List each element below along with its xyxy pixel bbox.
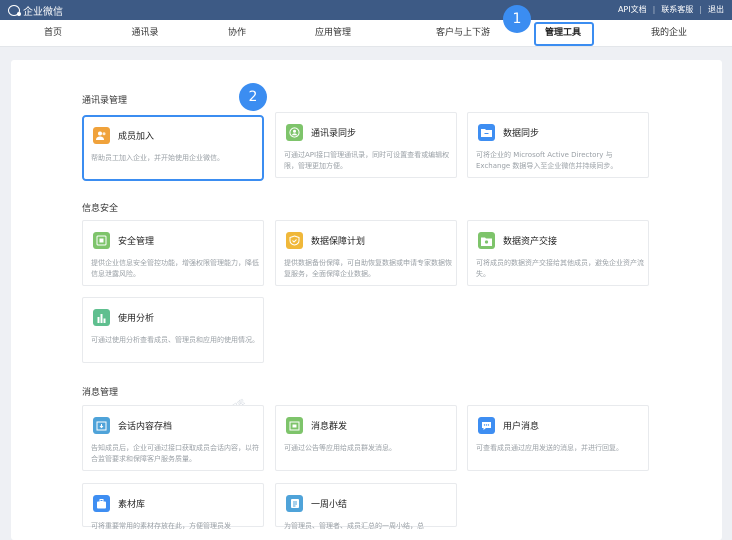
step-badge-1: 1	[503, 5, 531, 33]
wecom-logo-icon	[8, 5, 21, 16]
card-description: 可查看成员通过应用发送的消息，并进行回复。	[476, 444, 623, 452]
divider: |	[699, 5, 702, 14]
card-title: 使用分析	[118, 314, 155, 324]
card-title: 通讯录同步	[311, 129, 357, 139]
card-mass-messaging[interactable]: 消息群发 可通过公告等应用给成员群发消息。	[275, 405, 457, 471]
nav-contacts[interactable]: 通讯录	[131, 20, 158, 46]
card-security-management[interactable]: 安全管理 提供企业信息安全管控功能，增强权限管理能力，降低信息泄露风险。	[82, 220, 264, 286]
card-description: 提供企业信息安全管控功能，增强权限管理能力，降低信息泄露风险。	[91, 259, 259, 278]
nav-my-enterprise[interactable]: 我的企业	[651, 20, 687, 46]
card-description: 可通过公告等应用给成员群发消息。	[284, 444, 396, 452]
card-weekly-summary[interactable]: 一周小结 为管理员、管理者、成员汇总的一周小结，总	[275, 483, 457, 530]
archive-icon	[93, 417, 110, 434]
app-logo[interactable]: 企业微信	[8, 3, 63, 18]
section-title-contacts-management: 通讯录管理	[82, 96, 128, 106]
folder-sync-icon	[478, 124, 495, 141]
nav-home[interactable]: 首页	[44, 20, 62, 46]
divider: |	[652, 5, 656, 14]
card-title: 数据资产交接	[503, 237, 558, 247]
main-nav: 首页 通讯录 协作 应用管理 客户与上下游 管理工具 我的企业	[0, 20, 732, 47]
card-description: 可将成员的数据资产交接给其他成员，避免企业资产流失。	[476, 259, 644, 278]
card-title: 数据同步	[503, 129, 540, 139]
top-links: API文档 | 联系客服 | 退出	[618, 4, 724, 15]
section-title-information-security: 信息安全	[82, 204, 119, 214]
weekly-summary-icon	[286, 495, 303, 512]
user-circle-icon	[286, 124, 303, 141]
card-member-join[interactable]: 成员加入 帮助员工加入企业，并开始使用企业微信。	[82, 115, 264, 181]
card-title: 数据保障计划	[311, 237, 366, 247]
shield-icon	[93, 232, 110, 249]
contact-support-link[interactable]: 联系客服	[661, 4, 693, 15]
logout-link[interactable]: 退出	[708, 4, 724, 15]
handover-icon	[478, 232, 495, 249]
users-icon	[93, 127, 110, 144]
card-data-sync[interactable]: 数据同步 可将企业的 Microsoft Active Directory 与 …	[467, 112, 649, 178]
card-title: 会话内容存档	[118, 422, 173, 432]
card-material-library[interactable]: 素材库 可将重要常用的素材存放在此，方便管理员发	[82, 483, 264, 530]
card-title: 一周小结	[311, 500, 348, 510]
card-description: 帮助员工加入企业，并开始使用企业微信。	[91, 154, 224, 162]
card-title: 安全管理	[118, 237, 155, 247]
api-docs-link[interactable]: API文档	[618, 4, 647, 15]
data-guard-icon	[286, 232, 303, 249]
card-description: 可通过使用分析查看成员、管理员和应用的使用情况。	[91, 336, 259, 344]
nav-customers-partners[interactable]: 客户与上下游	[436, 20, 490, 46]
card-contacts-sync[interactable]: 通讯录同步 可通过API接口管理通讯录，同时可设置查看或编辑权限，管理更加方便。	[275, 112, 457, 178]
broadcast-icon	[286, 417, 303, 434]
card-description: 可通过API接口管理通讯录，同时可设置查看或编辑权限，管理更加方便。	[284, 151, 450, 170]
app-name: 企业微信	[23, 7, 63, 18]
card-data-protection-plan[interactable]: 数据保障计划 提供数据备份保障，可自助恢复数据或申请专家数据恢复服务，全面保障企…	[275, 220, 457, 286]
card-user-messages[interactable]: 用户消息 可查看成员通过应用发送的消息，并进行回复。	[467, 405, 649, 471]
card-description: 告知成员后，企业可通过接口获取成员会话内容，以符合监管要求和保障客户服务质量。	[91, 444, 259, 463]
nav-app-management[interactable]: 应用管理	[315, 20, 351, 46]
card-title: 用户消息	[503, 422, 540, 432]
card-description: 提供数据备份保障，可自助恢复数据或申请专家数据恢复服务，全面保障企业数据。	[284, 259, 452, 278]
card-usage-analytics[interactable]: 使用分析 可通过使用分析查看成员、管理员和应用的使用情况。	[82, 297, 264, 363]
card-data-asset-handover[interactable]: 数据资产交接 可将成员的数据资产交接给其他成员，避免企业资产流失。	[467, 220, 649, 286]
step-badge-2: 2	[239, 83, 267, 111]
bar-chart-icon	[93, 309, 110, 326]
card-description: 可将企业的 Microsoft Active Directory 与 Excha…	[476, 151, 618, 170]
section-title-message-management: 消息管理	[82, 388, 119, 398]
top-bar: 企业微信 API文档 | 联系客服 | 退出	[0, 0, 732, 20]
card-title: 消息群发	[311, 422, 348, 432]
card-title: 成员加入	[118, 132, 155, 142]
nav-highlight-box	[534, 22, 594, 46]
card-title: 素材库	[118, 500, 146, 510]
briefcase-icon	[93, 495, 110, 512]
chat-bubble-icon	[478, 417, 495, 434]
nav-collaboration[interactable]: 协作	[228, 20, 246, 46]
card-chat-archive[interactable]: 会话内容存档 告知成员后，企业可通过接口获取成员会话内容，以符合监管要求和保障客…	[82, 405, 264, 471]
